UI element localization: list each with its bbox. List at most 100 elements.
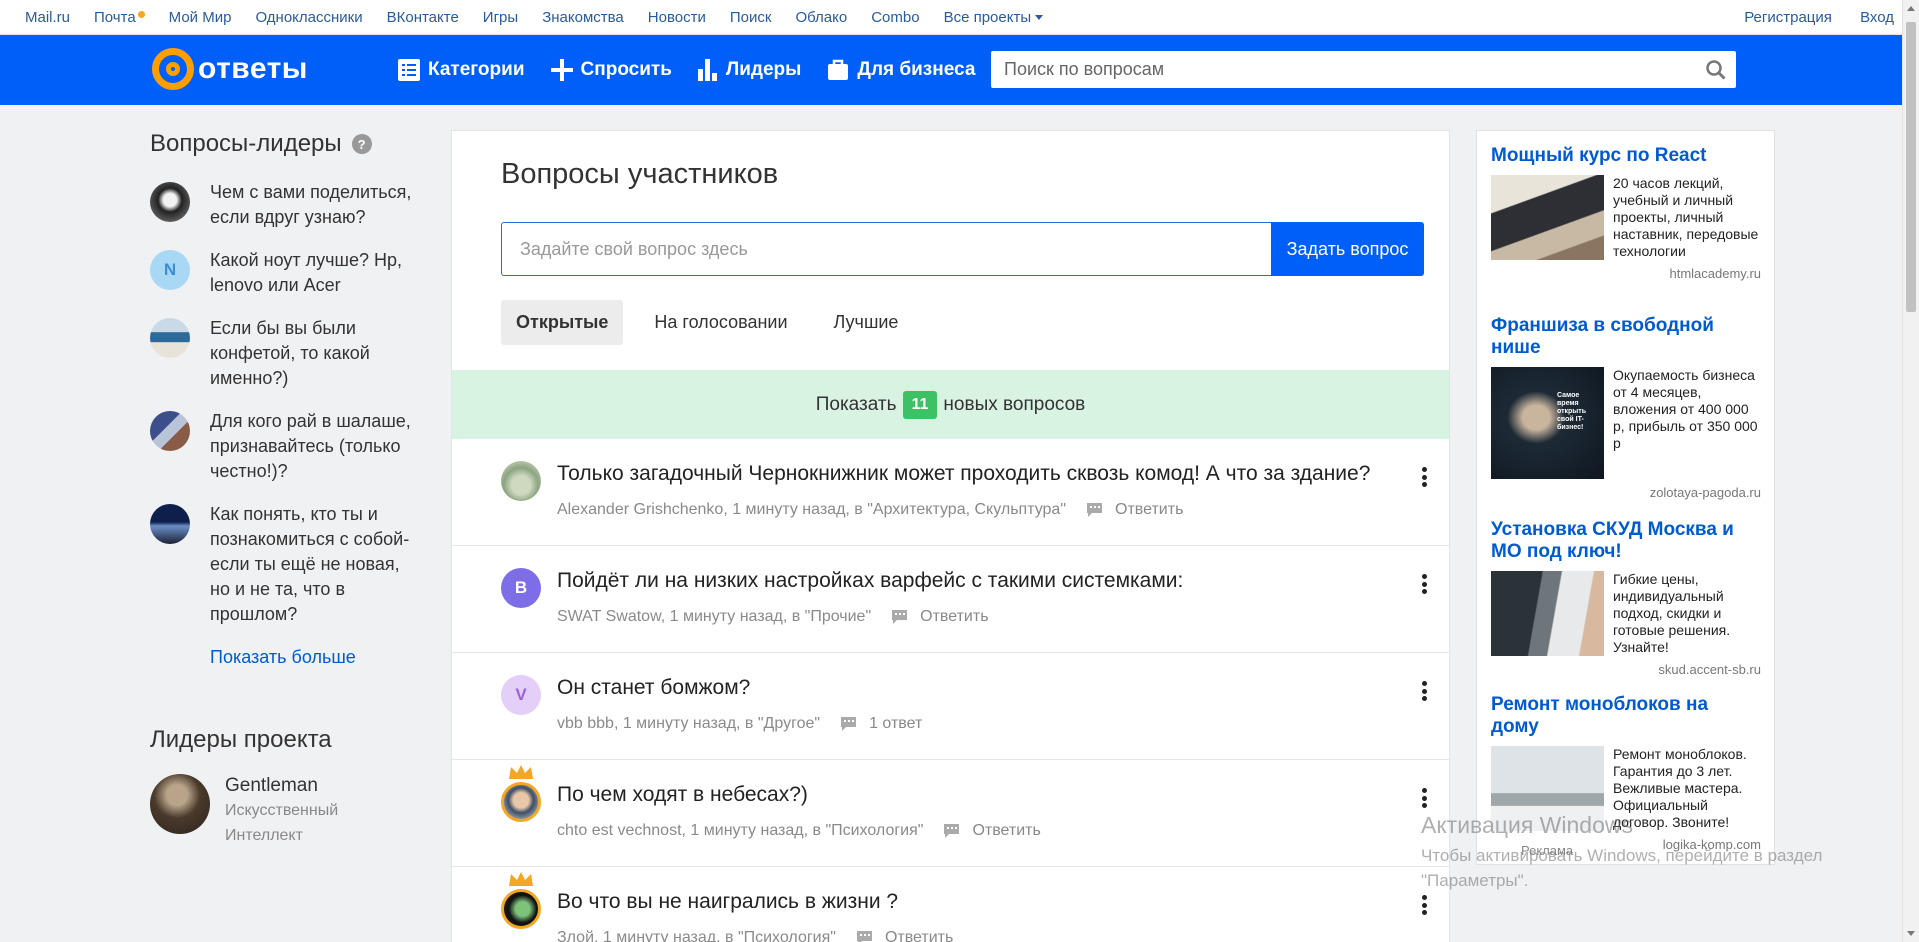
scroll-down-icon[interactable]	[1907, 931, 1915, 936]
ad-image-laptop[interactable]	[1491, 175, 1604, 260]
main-nav: Категории Спросить Лидеры Для бизнеса	[398, 35, 1001, 105]
avatar: N	[150, 250, 190, 290]
leader-name: Gentleman	[225, 775, 318, 796]
leader-card[interactable]: Gentleman Искусственный Интеллект	[150, 774, 420, 848]
more-options-icon[interactable]	[1414, 786, 1434, 810]
tab-best[interactable]: Лучшие	[819, 300, 914, 345]
new-questions-prefix: Показать	[815, 393, 897, 415]
question-author-info: Alexander Grishchenko, 1 минуту назад, в…	[557, 501, 1067, 518]
ask-question-input[interactable]	[501, 222, 1271, 276]
more-options-icon[interactable]	[1414, 572, 1434, 596]
help-icon[interactable]: ?	[351, 134, 372, 154]
portal-link-poisk[interactable]: Поиск	[730, 9, 772, 26]
portal-link-combo[interactable]: Combo	[871, 9, 919, 26]
avatar[interactable]: B	[501, 568, 541, 608]
comment-icon	[856, 931, 872, 942]
watermark-text: Чтобы активировать Windows, перейдите в …	[1421, 846, 1823, 890]
portal-link-pochta[interactable]: Почта	[94, 9, 145, 26]
ad-title[interactable]: Мощный курс по React	[1491, 145, 1761, 167]
ad-domain[interactable]: skud.accent-sb.ru	[1491, 662, 1761, 677]
answers-count: 1 ответ	[869, 715, 923, 732]
leader-question[interactable]: Для кого рай в шалаше, признавайтесь (то…	[150, 409, 420, 484]
ask-question-button[interactable]: Задать вопрос	[1271, 222, 1424, 276]
windows-activation-watermark: Активация Windows Чтобы активировать Win…	[1421, 812, 1861, 893]
leader-question[interactable]: Чем с вами поделиться, если вдруг узнаю?	[150, 180, 420, 230]
nav-business[interactable]: Для бизнеса	[827, 59, 975, 81]
reply-link[interactable]: Ответить	[856, 929, 953, 942]
question-item: B Пойдёт ли на низких настройках варфейс…	[452, 546, 1449, 653]
more-options-icon[interactable]	[1414, 679, 1434, 703]
portal-link-moy-mir[interactable]: Мой Мир	[169, 9, 232, 26]
nav-leaders[interactable]: Лидеры	[697, 59, 801, 81]
question-title[interactable]: Во что вы не наигрались в жизни ?	[557, 890, 898, 914]
portal-link-odnoklassniki[interactable]: Одноклассники	[255, 9, 362, 26]
leader-question[interactable]: Как понять, кто ты и познакомиться с соб…	[150, 502, 420, 627]
otvety-logo[interactable]: ответы	[152, 48, 308, 90]
reply-link[interactable]: Ответить	[891, 608, 989, 626]
avatar[interactable]	[501, 782, 541, 822]
portal-link-oblako[interactable]: Облако	[795, 9, 847, 26]
question-meta: vbb bbb, 1 минуту назад, в "Другое" 1 от…	[557, 715, 922, 733]
question-title[interactable]: Только загадочный Чернокнижник может про…	[557, 462, 1370, 486]
portal-bar: Mail.ru Почта Мой Мир Одноклассники ВКон…	[0, 0, 1919, 35]
search-icon[interactable]	[1696, 59, 1736, 80]
reply-label: Ответить	[884, 929, 954, 942]
questions-panel: Вопросы участников Задать вопрос Открыты…	[451, 130, 1450, 942]
ad-card[interactable]: Франшиза в свободной нише Самое время от…	[1491, 315, 1761, 500]
new-questions-banner[interactable]: Показать 11 новых вопросов	[452, 370, 1449, 439]
ad-domain[interactable]: htmlacademy.ru	[1491, 266, 1761, 281]
avatar[interactable]	[501, 889, 541, 929]
new-questions-suffix: новых вопросов	[943, 393, 1086, 415]
reply-label: Ответить	[972, 822, 1041, 839]
register-link[interactable]: Регистрация	[1744, 9, 1832, 26]
nav-ask[interactable]: Спросить	[550, 59, 672, 81]
question-title[interactable]: Он станет бомжом?	[557, 676, 750, 700]
logo-text: ответы	[198, 52, 308, 85]
scrollbar-thumb[interactable]	[1906, 22, 1916, 312]
tab-open[interactable]: Открытые	[501, 300, 624, 345]
avatar	[150, 504, 190, 544]
ad-title[interactable]: Установка СКУД Москва и МО под ключ!	[1491, 519, 1761, 563]
show-more-link[interactable]: Показать больше	[210, 647, 420, 668]
answers-link[interactable]: 1 ответ	[840, 715, 922, 733]
question-tabs: Открытые На голосовании Лучшие	[501, 300, 929, 345]
reply-link[interactable]: Ответить	[1086, 501, 1183, 519]
question-author-info: SWAT Swatow, 1 минуту назад, в "Прочие"	[557, 608, 872, 625]
question-title[interactable]: Пойдёт ли на низких настройках варфейс с…	[557, 569, 1183, 593]
nav-business-label: Для бизнеса	[857, 59, 976, 80]
scroll-up-icon[interactable]	[1907, 6, 1915, 11]
avatar[interactable]	[501, 461, 541, 501]
ad-card[interactable]: Установка СКУД Москва и МО под ключ! Гиб…	[1491, 519, 1761, 677]
left-sidebar: Вопросы-лидеры? Чем с вами поделиться, е…	[150, 130, 420, 848]
ad-title[interactable]: Франшиза в свободной нише	[1491, 315, 1761, 359]
reply-label: Ответить	[920, 608, 989, 625]
leader-question-text: Чем с вами поделиться, если вдруг узнаю?	[210, 182, 412, 227]
ad-card[interactable]: Мощный курс по React 20 часов лекций, уч…	[1491, 145, 1761, 281]
header-search-input[interactable]	[991, 51, 1696, 88]
portal-link-igry[interactable]: Игры	[483, 9, 518, 26]
ad-image-person[interactable]: Самое время открыть свой IT-бизнес!	[1491, 367, 1604, 479]
comment-icon	[944, 824, 960, 838]
more-options-icon[interactable]	[1414, 465, 1434, 489]
leader-question[interactable]: N Какой ноут лучше? Hp, lenovo или Acer	[150, 248, 420, 298]
login-link[interactable]: Вход	[1860, 9, 1894, 26]
reply-link[interactable]: Ответить	[943, 822, 1041, 840]
question-title[interactable]: По чем ходят в небесах?)	[557, 783, 808, 807]
ad-image-access-control[interactable]	[1491, 571, 1604, 656]
avatar[interactable]: V	[501, 675, 541, 715]
avatar	[150, 411, 190, 451]
portal-link-mailru[interactable]: Mail.ru	[25, 9, 70, 26]
tab-voting[interactable]: На голосовании	[639, 300, 802, 345]
portal-link-all-projects[interactable]: Все проекты	[944, 9, 1044, 26]
portal-link-znakomstva[interactable]: Знакомства	[542, 9, 624, 26]
portal-link-vkontakte[interactable]: ВКонтакте	[387, 9, 459, 26]
crown-icon	[509, 765, 533, 779]
page-scrollbar[interactable]	[1902, 0, 1919, 942]
portal-link-novosti[interactable]: Новости	[648, 9, 706, 26]
more-options-icon[interactable]	[1414, 893, 1434, 917]
ad-title[interactable]: Ремонт моноблоков на дому	[1491, 694, 1761, 738]
nav-categories[interactable]: Категории	[398, 59, 525, 81]
leader-question[interactable]: Если бы вы были конфетой, то какой именн…	[150, 316, 420, 391]
question-meta: Alexander Grishchenko, 1 минуту назад, в…	[557, 501, 1183, 519]
ad-domain[interactable]: zolotaya-pagoda.ru	[1491, 485, 1761, 500]
